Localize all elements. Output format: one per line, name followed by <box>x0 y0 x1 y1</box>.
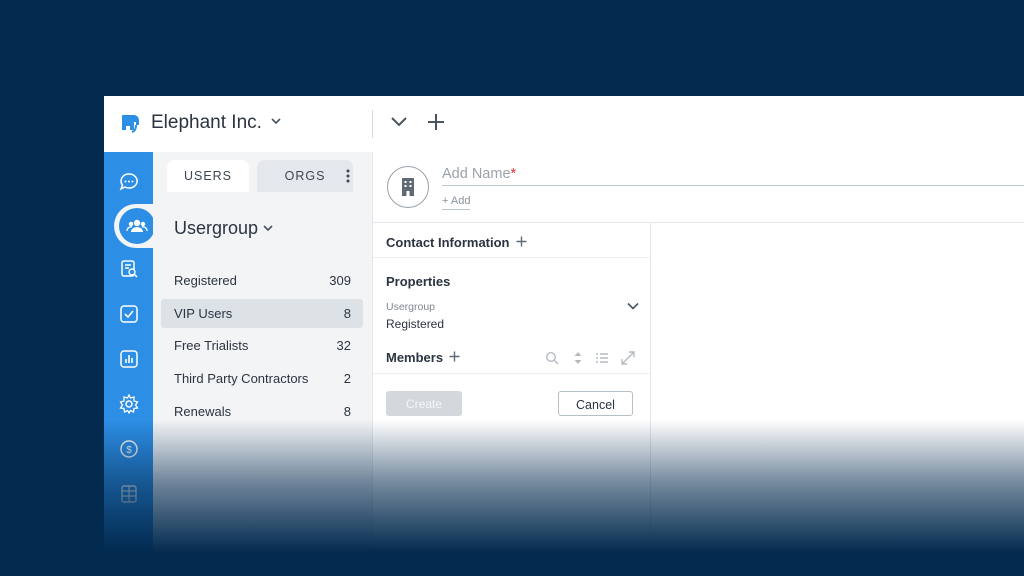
usergroup-label: Usergroup <box>386 301 436 313</box>
list-item-label: Free Trialists <box>174 338 249 354</box>
app-window: Elephant Inc. $ USERS ORGS Usergroup Reg… <box>104 96 1024 576</box>
chat-icon[interactable] <box>118 171 140 193</box>
chevron-down-icon[interactable] <box>627 302 639 310</box>
create-button[interactable]: Create <box>386 391 462 416</box>
dollar-icon[interactable]: $ <box>118 438 140 460</box>
sort-icon[interactable] <box>573 351 583 365</box>
users-icon <box>126 219 148 232</box>
top-bar: Elephant Inc. <box>104 96 1024 153</box>
add-contact-icon[interactable] <box>516 236 527 247</box>
list-item-count: 2 <box>343 371 351 387</box>
list-item-label: Third Party Contractors <box>174 371 309 387</box>
divider <box>372 110 373 138</box>
name-header: Add Name* + Add <box>373 152 1024 223</box>
tab-users[interactable]: USERS <box>167 160 249 192</box>
search-icon[interactable] <box>545 351 559 365</box>
expand-chevron-icon[interactable] <box>390 114 408 130</box>
name-placeholder: Add Name <box>442 166 511 182</box>
cancel-button[interactable]: Cancel <box>558 391 633 416</box>
plus-icon[interactable] <box>426 112 446 132</box>
list-item-label: Renewals <box>174 403 232 419</box>
list-item-count: 32 <box>336 338 351 354</box>
svg-text:$: $ <box>126 445 132 456</box>
list-item-count: 309 <box>329 273 351 288</box>
avatar[interactable] <box>387 166 429 208</box>
required-mark: * <box>510 166 517 182</box>
add-link[interactable]: + Add <box>442 195 471 210</box>
main-content: Add Name* + Add Contact Information Prop… <box>372 152 1024 576</box>
usergroup-list: Registered 309 VIP Users 8 Free Trialist… <box>161 266 363 429</box>
list-item-label: Registered <box>174 273 237 288</box>
nav-rail: $ <box>104 152 155 576</box>
list-item-label: VIP Users <box>174 305 233 321</box>
divider <box>373 373 650 374</box>
checkbox-icon[interactable] <box>118 303 140 325</box>
list-item-count: 8 <box>343 305 351 321</box>
building-icon <box>402 178 414 196</box>
gear-icon[interactable] <box>118 393 140 415</box>
search-document-icon[interactable] <box>118 258 140 280</box>
grid-icon[interactable] <box>118 483 140 505</box>
create-form: Contact Information Properties Usergroup… <box>373 223 651 576</box>
tab-orgs[interactable]: ORGS <box>257 160 353 192</box>
usergroup-dropdown[interactable]: Usergroup <box>174 218 258 239</box>
chevron-down-icon[interactable] <box>271 117 281 125</box>
expand-icon[interactable] <box>621 351 635 365</box>
list-item[interactable]: Free Trialists 32 <box>161 331 363 360</box>
kebab-menu-icon[interactable] <box>346 169 350 183</box>
members-title: Members <box>386 350 444 365</box>
users-nav-button[interactable] <box>119 208 155 244</box>
usergroup-panel: USERS ORGS Usergroup Registered 309 VIP … <box>153 152 372 576</box>
usergroup-select[interactable]: Registered <box>386 317 444 331</box>
name-underline <box>442 185 1024 186</box>
list-item-count: 8 <box>343 403 351 419</box>
list-item[interactable]: VIP Users 8 <box>161 298 363 328</box>
tab-bar: USERS ORGS <box>167 160 357 192</box>
properties-title: Properties <box>386 274 451 289</box>
org-name[interactable]: Elephant Inc. <box>151 112 262 134</box>
elephant-logo-icon <box>117 109 145 137</box>
analytics-icon[interactable] <box>118 348 140 370</box>
list-icon[interactable] <box>595 351 609 365</box>
list-item[interactable]: Third Party Contractors 2 <box>161 364 363 393</box>
add-member-icon[interactable] <box>449 351 460 362</box>
contact-information-title: Contact Information <box>386 235 510 250</box>
name-input[interactable]: Add Name* <box>442 166 516 182</box>
divider <box>373 257 650 258</box>
list-item[interactable]: Registered 309 <box>161 266 363 295</box>
list-item[interactable]: Renewals 8 <box>161 397 363 426</box>
chevron-down-icon[interactable] <box>263 224 273 232</box>
